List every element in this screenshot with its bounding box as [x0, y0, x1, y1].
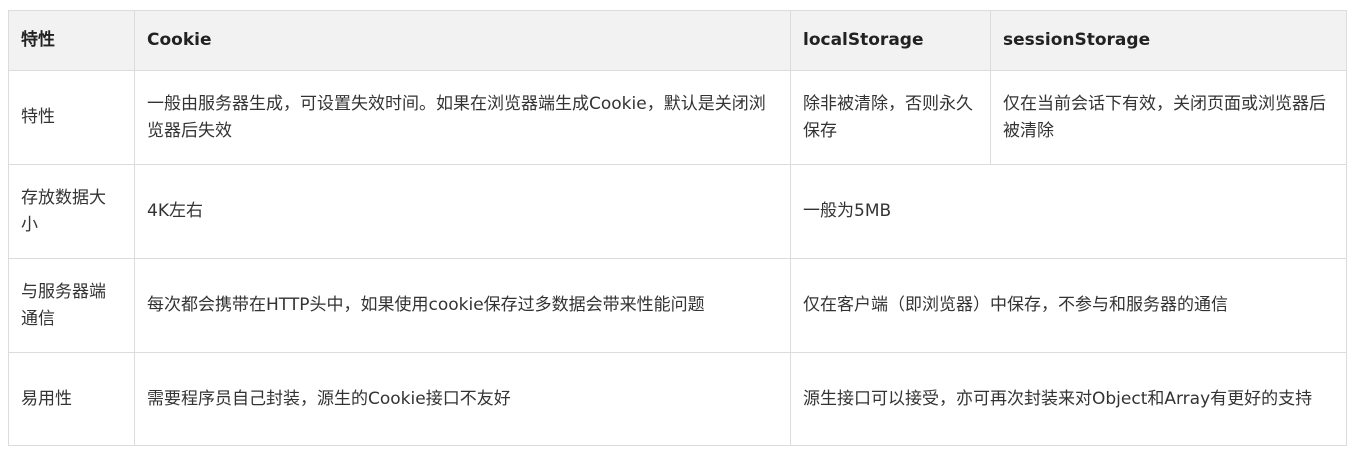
table-row: 存放数据大小 4K左右 一般为5MB	[8, 164, 1347, 259]
table-row: 特性 一般由服务器生成，可设置失效时间。如果在浏览器端生成Cookie，默认是关…	[8, 70, 1347, 165]
table-row: 与服务器端通信 每次都会携带在HTTP头中，如果使用cookie保存过多数据会带…	[8, 258, 1347, 353]
storage-comparison-table: 特性 Cookie localStorage sessionStorage 特性…	[8, 10, 1347, 446]
table-row: 易用性 需要程序员自己封装，源生的Cookie接口不友好 源生接口可以接受，亦可…	[8, 352, 1347, 446]
header-localstorage: localStorage	[790, 10, 991, 71]
storage-cell: 一般为5MB	[790, 164, 1347, 259]
header-feature: 特性	[8, 10, 135, 71]
cookie-cell: 每次都会携带在HTTP头中，如果使用cookie保存过多数据会带来性能问题	[134, 258, 791, 353]
row-label: 特性	[8, 70, 135, 165]
storage-cell: 源生接口可以接受，亦可再次封装来对Object和Array有更好的支持	[790, 352, 1347, 446]
storage-cell: 仅在客户端（即浏览器）中保存，不参与和服务器的通信	[790, 258, 1347, 353]
row-label: 与服务器端通信	[8, 258, 135, 353]
table-header-row: 特性 Cookie localStorage sessionStorage	[8, 10, 1347, 71]
cookie-cell: 一般由服务器生成，可设置失效时间。如果在浏览器端生成Cookie，默认是关闭浏览…	[134, 70, 791, 165]
sessionstorage-cell: 仅在当前会话下有效，关闭页面或浏览器后被清除	[990, 70, 1347, 165]
localstorage-cell: 除非被清除，否则永久保存	[790, 70, 991, 165]
cookie-cell: 需要程序员自己封装，源生的Cookie接口不友好	[134, 352, 791, 446]
cookie-cell: 4K左右	[134, 164, 791, 259]
header-sessionstorage: sessionStorage	[990, 10, 1347, 71]
row-label: 易用性	[8, 352, 135, 446]
row-label: 存放数据大小	[8, 164, 135, 259]
header-cookie: Cookie	[134, 10, 791, 71]
comparison-table-container: 特性 Cookie localStorage sessionStorage 特性…	[8, 10, 1347, 446]
